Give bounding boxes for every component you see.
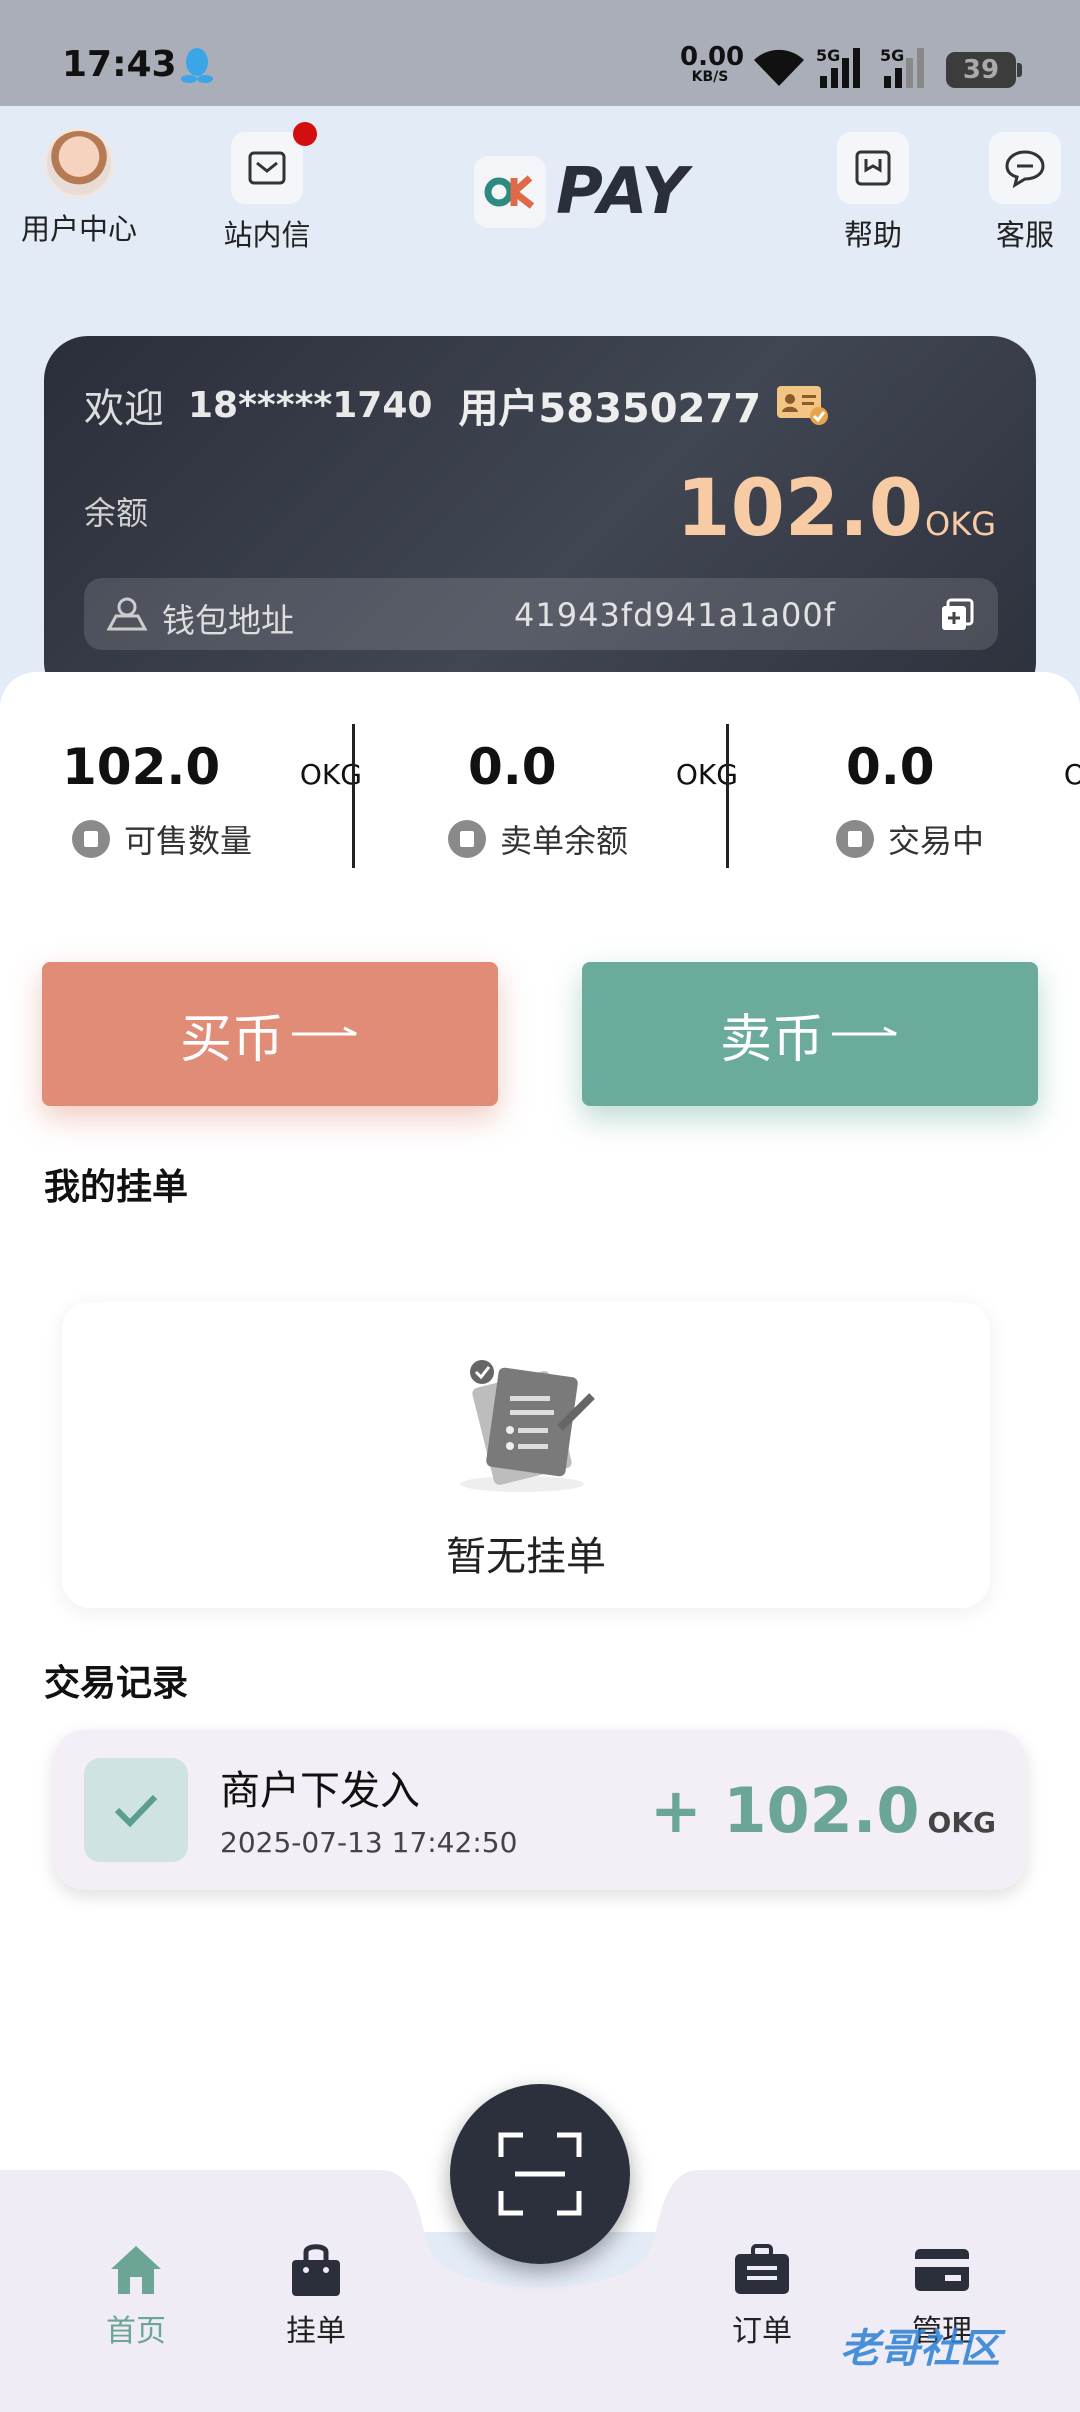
home-icon xyxy=(111,2246,161,2294)
check-icon xyxy=(114,1794,158,1828)
help-label: 帮助 xyxy=(843,218,902,252)
transaction-record[interactable]: 商户下发入 2025-07-13 17:42:50 + 102.0 OKG xyxy=(54,1730,1026,1890)
wallet-card: 欢迎 18*****1740 用户58350277 余额 102.0OKG 钱包… xyxy=(44,336,1036,706)
id-card-icon[interactable] xyxy=(775,384,829,426)
app-logo: PAY xyxy=(474,154,689,230)
tab-listings-label: 挂单 xyxy=(286,2314,346,2349)
messages-label: 站内信 xyxy=(223,218,311,252)
empty-orders-card: 暂无挂单 xyxy=(62,1302,990,1608)
balance-label: 余额 xyxy=(84,494,149,532)
welcome-text: 欢迎 xyxy=(84,386,164,432)
net-speed: 0.00 KB/S xyxy=(680,42,745,85)
record-title: 商户下发入 xyxy=(220,1768,420,1814)
logo-text: PAY xyxy=(556,155,689,229)
main-panel: 102.0 OKG 可售数量 0.0 OKG 卖单余额 0.0 OKG 交易中 xyxy=(0,672,1080,2232)
logo-mark xyxy=(474,156,546,228)
help-icon xyxy=(855,150,891,186)
qq-icon xyxy=(181,48,213,83)
user-center-button[interactable]: 用户中心 xyxy=(14,128,144,248)
watermark-logo: 老哥社区 xyxy=(840,2326,1000,2372)
wallet-address-bar: 钱包地址 41943fd941a1a00f xyxy=(84,578,998,650)
briefcase-icon xyxy=(735,2244,789,2294)
tab-listings[interactable]: 挂单 xyxy=(256,2240,376,2350)
tab-home[interactable]: 首页 xyxy=(76,2240,196,2350)
chat-icon xyxy=(1005,150,1045,188)
help-button[interactable]: 帮助 xyxy=(818,132,928,254)
buy-button[interactable]: 买币 xyxy=(42,962,498,1106)
buy-label: 买币 xyxy=(179,1009,284,1070)
scan-button[interactable] xyxy=(450,2084,630,2264)
divider xyxy=(726,724,729,868)
user-center-label: 用户中心 xyxy=(20,212,137,246)
tab-home-label: 首页 xyxy=(106,2314,166,2349)
scan-icon xyxy=(498,2132,582,2216)
messages-icon-box xyxy=(231,122,317,204)
address-label: 钱包地址 xyxy=(162,601,294,640)
phone-number: 18*****1740 xyxy=(188,384,433,426)
card-icon xyxy=(915,2249,969,2291)
sell-balance-icon xyxy=(448,820,486,858)
tab-orders[interactable]: 订单 xyxy=(702,2240,822,2350)
tab-orders-label: 订单 xyxy=(732,2314,792,2349)
sell-label: 卖币 xyxy=(719,1009,824,1070)
copy-icon[interactable] xyxy=(940,598,974,632)
service-label: 客服 xyxy=(995,218,1054,252)
divider xyxy=(352,724,355,868)
unread-badge xyxy=(293,122,317,146)
empty-orders-text: 暂无挂单 xyxy=(446,1534,606,1580)
help-icon-box xyxy=(837,132,909,204)
status-time: 17:43 xyxy=(62,44,177,85)
map-pin-icon xyxy=(106,597,148,631)
username: 用户58350277 xyxy=(458,386,762,432)
mail-icon xyxy=(248,151,286,185)
document-icon xyxy=(460,1360,595,1492)
battery-icon: 39 xyxy=(946,52,1022,88)
check-icon-box xyxy=(84,1758,188,1862)
record-time: 2025-07-13 17:42:50 xyxy=(220,1826,518,1859)
address-value: 41943fd941a1a00f xyxy=(514,596,837,634)
bag-icon xyxy=(292,2244,340,2296)
arrow-right-icon xyxy=(292,1026,357,1036)
sell-button[interactable]: 卖币 xyxy=(582,962,1038,1106)
avatar xyxy=(44,128,114,198)
messages-button[interactable]: 站内信 xyxy=(212,122,322,254)
customer-service-button[interactable]: 客服 xyxy=(970,132,1080,254)
wifi-icon xyxy=(754,49,804,86)
available-icon xyxy=(72,820,110,858)
balance-amount: 102.0OKG xyxy=(676,464,996,554)
status-bar: 17:43 0.00 KB/S 5G 5G 39 xyxy=(0,0,1080,106)
welcome-row: 欢迎 18*****1740 用户58350277 xyxy=(84,376,829,434)
service-icon-box xyxy=(989,132,1061,204)
record-amount: + 102.0 OKG xyxy=(649,1774,996,1847)
records-title: 交易记录 xyxy=(44,1663,189,1704)
trading-icon xyxy=(836,820,874,858)
arrow-right-icon xyxy=(832,1026,897,1036)
my-orders-title: 我的挂单 xyxy=(44,1167,189,1208)
